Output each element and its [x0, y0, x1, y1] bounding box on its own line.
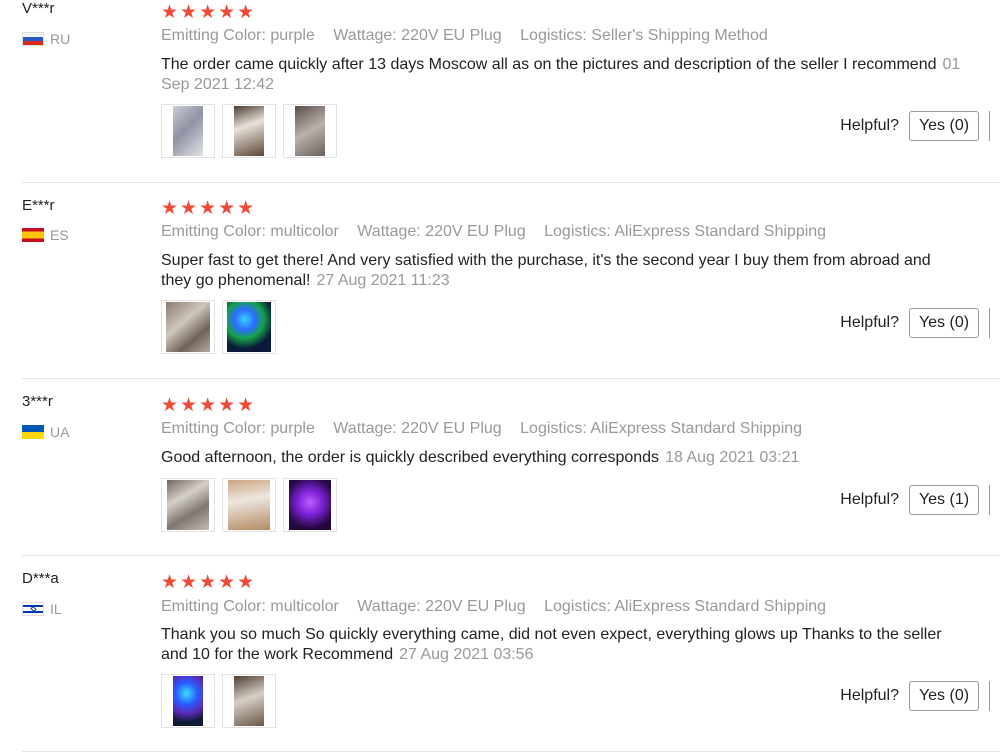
attr-color: Emitting Color: multicolor — [161, 223, 339, 240]
review-photo-thumbnail[interactable] — [161, 478, 215, 532]
rating-stars: ★★★★★ — [161, 395, 257, 416]
review-photo-thumbnail[interactable] — [222, 104, 276, 158]
review-date: 27 Aug 2021 11:23 — [316, 272, 450, 289]
country-code: RU — [50, 31, 71, 47]
review-text: Thank you so much So quickly everything … — [161, 625, 961, 665]
review-photos — [161, 104, 344, 158]
helpful-yes-button[interactable]: Yes (0) — [909, 681, 979, 711]
review-divider — [22, 751, 1000, 752]
rating-stars: ★★★★★ — [161, 2, 257, 23]
review-photos — [161, 674, 283, 728]
helpful-vote: Helpful? Yes (0) — [840, 308, 990, 338]
review-photo-thumbnail[interactable] — [222, 300, 276, 354]
attr-logistics: Logistics: AliExpress Standard Shipping — [520, 420, 803, 437]
helpful-label: Helpful? — [840, 117, 899, 134]
flag-ua-icon — [22, 425, 44, 439]
review-photo-thumbnail[interactable] — [283, 478, 337, 532]
review-divider — [22, 182, 1000, 183]
review-body: Thank you so much So quickly everything … — [161, 626, 942, 663]
attr-logistics: Logistics: Seller's Shipping Method — [520, 27, 768, 44]
helpful-yes-button[interactable]: Yes (1) — [909, 485, 979, 515]
reviewer-name: V***r — [22, 0, 55, 17]
review-attributes: Emitting Color: multicolor Wattage: 220V… — [161, 598, 840, 616]
flag-ru-icon — [22, 32, 44, 46]
flag-es-icon — [22, 228, 44, 242]
review-photos — [161, 478, 344, 532]
helpful-label: Helpful? — [840, 491, 899, 508]
helpful-no-button-edge[interactable] — [989, 111, 990, 141]
helpful-yes-button[interactable]: Yes (0) — [909, 308, 979, 338]
helpful-no-button-edge[interactable] — [989, 485, 990, 515]
review-date: 27 Aug 2021 03:56 — [399, 646, 534, 663]
review-text: The order came quickly after 13 days Mos… — [161, 55, 961, 95]
attr-logistics: Logistics: AliExpress Standard Shipping — [544, 598, 827, 615]
attr-wattage: Wattage: 220V EU Plug — [357, 223, 526, 240]
helpful-vote: Helpful? Yes (0) — [840, 681, 990, 711]
helpful-no-button-edge[interactable] — [989, 308, 990, 338]
attr-color: Emitting Color: purple — [161, 27, 315, 44]
reviewer-name: 3***r — [22, 393, 53, 410]
attr-logistics: Logistics: AliExpress Standard Shipping — [544, 223, 827, 240]
review-photo-thumbnail[interactable] — [161, 300, 215, 354]
review-divider — [22, 555, 1000, 556]
review-date: 18 Aug 2021 03:21 — [665, 449, 800, 466]
review-body: Good afternoon, the order is quickly des… — [161, 449, 660, 466]
attr-color: Emitting Color: purple — [161, 420, 315, 437]
rating-stars: ★★★★★ — [161, 198, 257, 219]
review-attributes: Emitting Color: purple Wattage: 220V EU … — [161, 27, 782, 45]
helpful-no-button-edge[interactable] — [989, 681, 990, 711]
helpful-vote: Helpful? Yes (1) — [840, 485, 990, 515]
helpful-vote: Helpful? Yes (0) — [840, 111, 990, 141]
reviewer-name: D***a — [22, 570, 59, 587]
helpful-yes-button[interactable]: Yes (0) — [909, 111, 979, 141]
review-body: The order came quickly after 13 days Mos… — [161, 56, 937, 73]
country-code: UA — [50, 424, 70, 440]
reviewer-country: ES — [22, 227, 69, 243]
attr-wattage: Wattage: 220V EU Plug — [333, 420, 502, 437]
helpful-label: Helpful? — [840, 687, 899, 704]
rating-stars: ★★★★★ — [161, 572, 257, 593]
review-attributes: Emitting Color: purple Wattage: 220V EU … — [161, 420, 816, 438]
review-body: Super fast to get there! And very satisf… — [161, 252, 931, 289]
review-text: Super fast to get there! And very satisf… — [161, 251, 961, 291]
review-divider — [22, 378, 1000, 379]
attr-color: Emitting Color: multicolor — [161, 598, 339, 615]
attr-wattage: Wattage: 220V EU Plug — [357, 598, 526, 615]
review-photo-thumbnail[interactable] — [161, 104, 215, 158]
country-code: IL — [50, 601, 62, 617]
reviewer-country: RU — [22, 31, 70, 47]
review-attributes: Emitting Color: multicolor Wattage: 220V… — [161, 223, 840, 241]
reviewer-country: IL — [22, 601, 62, 617]
attr-wattage: Wattage: 220V EU Plug — [333, 27, 502, 44]
reviewer-country: UA — [22, 424, 69, 440]
review-photo-thumbnail[interactable] — [222, 674, 276, 728]
review-photo-thumbnail[interactable] — [222, 478, 276, 532]
helpful-label: Helpful? — [840, 314, 899, 331]
review-photo-thumbnail[interactable] — [161, 674, 215, 728]
review-photos — [161, 300, 283, 354]
flag-il-icon — [22, 602, 44, 616]
reviewer-name: E***r — [22, 197, 55, 214]
review-text: Good afternoon, the order is quickly des… — [161, 448, 961, 468]
review-photo-thumbnail[interactable] — [283, 104, 337, 158]
country-code: ES — [50, 227, 69, 243]
